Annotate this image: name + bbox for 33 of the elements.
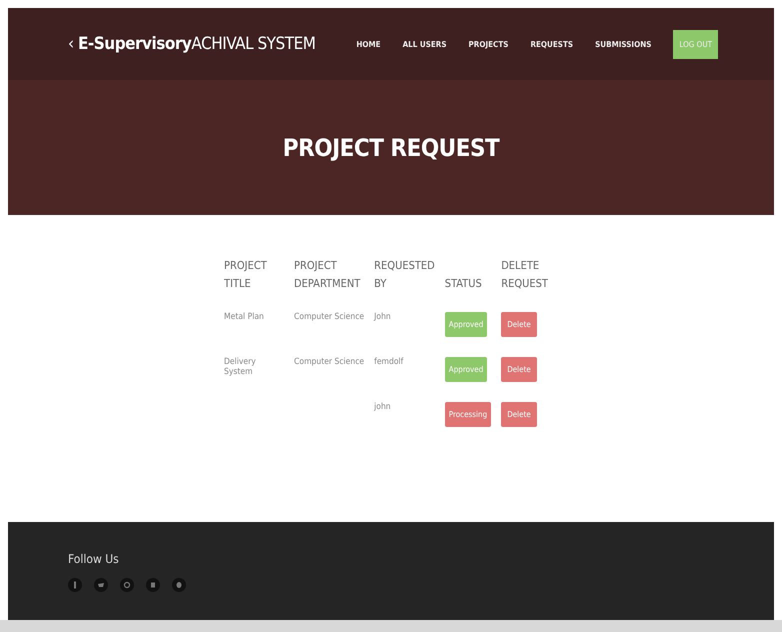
table-cell-text: Delivery System [224,357,257,378]
logout-button[interactable]: LOG OUT [673,30,718,58]
scrollbar[interactable] [0,620,782,632]
status-button[interactable]: Approved [444,357,488,382]
page-title: PROJECT REQUEST [282,134,500,162]
footer-heading: Follow Us [68,552,120,566]
table-cell: Metal Plan [224,312,264,322]
nav-link[interactable]: REQUESTS [530,40,574,48]
social-icon[interactable] [172,578,186,592]
table-cell: John [374,312,391,322]
social-icon[interactable] [68,578,82,592]
column-header: PROJECT TITLE [224,258,268,292]
social-icon[interactable] [94,578,108,592]
table-cell: Computer Science [294,357,364,368]
delete-button[interactable]: Delete [501,312,537,338]
status-button[interactable]: Processing [444,402,492,428]
status-button[interactable]: Approved [444,312,488,338]
delete-button[interactable]: Delete [501,402,537,428]
table-cell: femdolf [374,357,404,368]
social-icon[interactable] [120,578,134,592]
delete-button[interactable]: Delete [501,357,537,382]
nav-link[interactable]: ALL USERS [402,40,447,48]
table-cell: Computer Science [294,312,364,322]
social-icon[interactable] [146,578,160,592]
nav-link[interactable]: SUBMISSIONS [595,40,652,48]
column-header: DELETE REQUEST [501,258,549,292]
brand-title[interactable]: ‹ E-SupervisoryACHIVAL SYSTEM [68,34,356,54]
table-cell: john [374,402,391,412]
column-header: PROJECT DEPARTMENT [294,258,362,292]
column-header: REQUESTED BY [374,257,445,302]
nav-link[interactable]: PROJECTS [468,40,508,48]
column-header: STATUS [444,276,483,292]
nav-link[interactable]: HOME [356,40,381,48]
